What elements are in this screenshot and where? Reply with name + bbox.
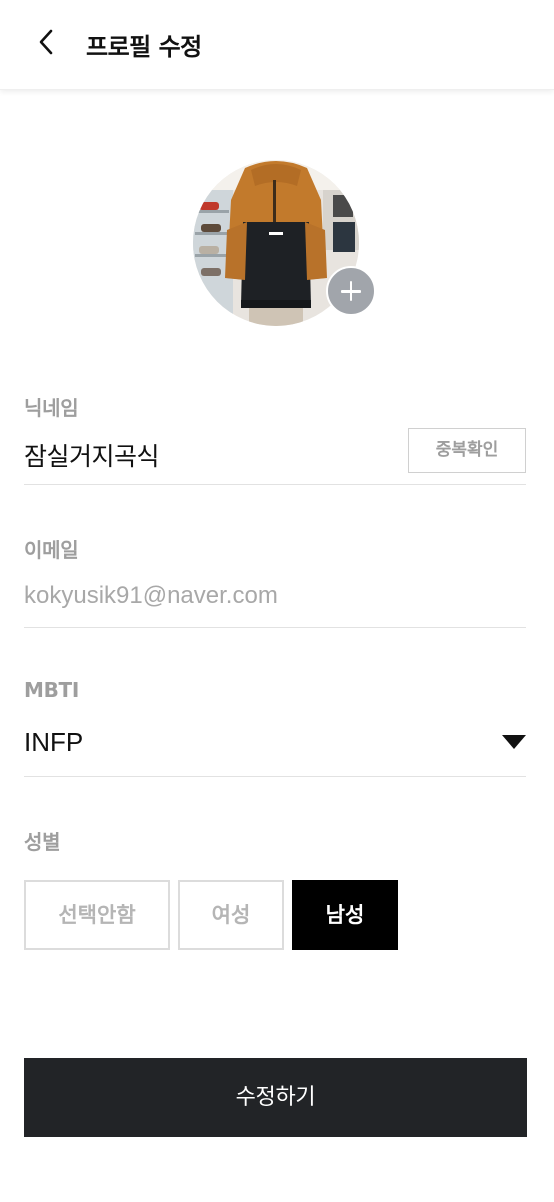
nickname-label: 닉네임 [24,396,79,420]
submit-button[interactable]: 수정하기 [24,1058,527,1137]
chevron-left-icon [39,29,53,55]
nickname-divider [24,484,526,485]
gender-option-female[interactable]: 여성 [178,880,284,950]
mbti-select[interactable]: INFP [24,718,526,766]
mbti-selected-value: INFP [24,727,84,757]
page-title: 프로필 수정 [86,33,202,61]
duplicate-check-button[interactable]: 중복확인 [408,428,526,473]
gender-label: 성별 [24,830,61,854]
email-label: 이메일 [24,538,79,562]
mbti-divider [24,776,526,777]
top-header: 프로필 수정 [0,0,554,90]
caret-down-icon [502,735,526,749]
email-divider [24,627,526,628]
nickname-input[interactable]: 잠실거지곡식 [24,437,160,473]
mbti-label: MBTI [24,678,80,702]
gender-option-none[interactable]: 선택안함 [24,880,170,950]
email-field[interactable]: kokyusik91@naver.com [24,582,278,610]
gender-option-male[interactable]: 남성 [292,880,398,950]
avatar-section [193,160,379,326]
add-photo-button[interactable] [326,266,376,316]
back-button[interactable] [30,26,62,58]
